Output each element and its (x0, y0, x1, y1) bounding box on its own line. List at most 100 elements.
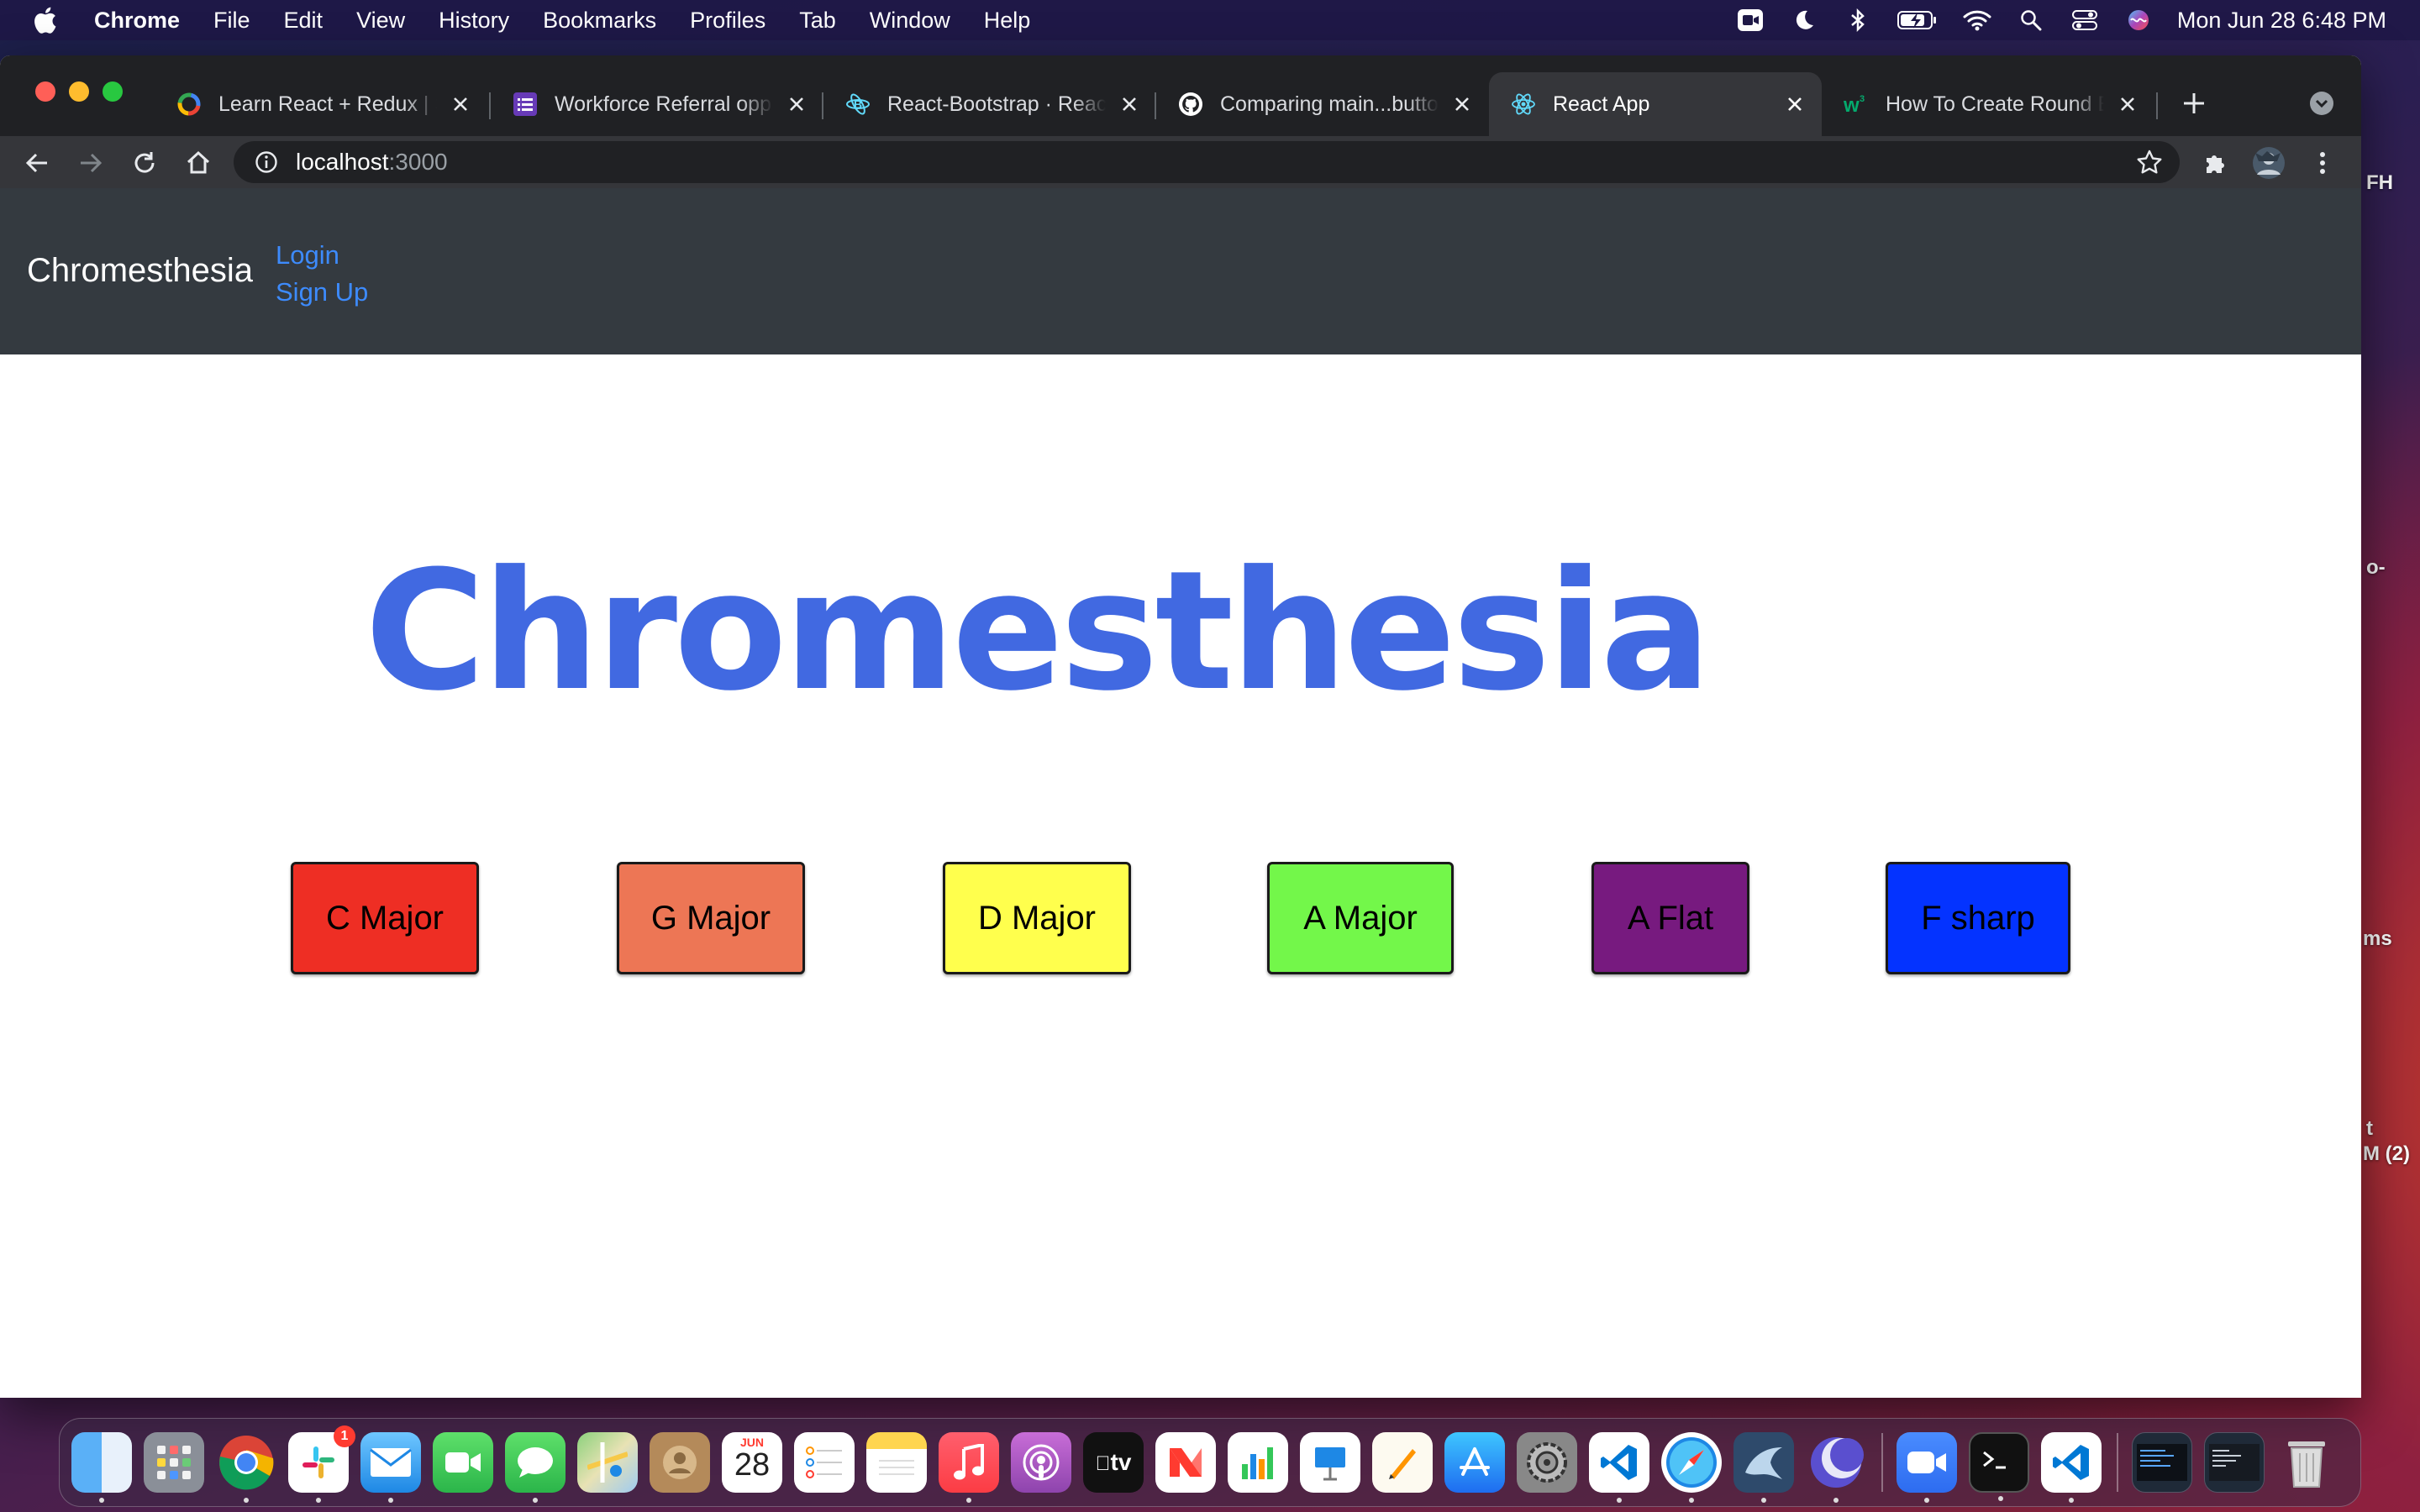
tab-learn-react[interactable]: Learn React + Redux | S (155, 72, 487, 136)
a-flat-button[interactable]: A Flat (1591, 862, 1749, 974)
macos-dock: 1 JUN 28 tv (59, 1418, 2361, 1507)
profile-avatar[interactable] (2250, 144, 2287, 181)
contacts-icon[interactable] (650, 1432, 710, 1493)
a-major-button[interactable]: A Major (1267, 862, 1454, 974)
battery-icon[interactable] (1897, 8, 1939, 33)
tab-close-icon[interactable] (2116, 92, 2139, 116)
numbers-icon[interactable] (1228, 1432, 1288, 1493)
d-major-button[interactable]: D Major (943, 862, 1131, 974)
podcasts-icon[interactable] (1011, 1432, 1071, 1493)
spotlight-search-icon[interactable] (2016, 8, 2046, 33)
messages-icon[interactable] (505, 1432, 566, 1503)
zoom-status-icon[interactable] (1735, 8, 1765, 33)
menu-history[interactable]: History (439, 8, 509, 34)
c-major-button[interactable]: C Major (291, 862, 479, 974)
tab-title: React App (1553, 92, 1650, 116)
tab-how-to-round-buttons[interactable]: w3 How To Create Round B (1822, 72, 2154, 136)
terminal-icon[interactable] (1969, 1432, 2029, 1501)
launchpad-icon[interactable] (144, 1432, 204, 1493)
menu-profiles[interactable]: Profiles (690, 8, 765, 34)
back-arrow-icon[interactable] (18, 144, 55, 181)
menu-view[interactable]: View (356, 8, 405, 34)
tab-react-bootstrap[interactable]: B React-Bootstrap · React (823, 72, 1156, 136)
tab-react-app[interactable]: React App (1489, 72, 1822, 136)
keynote-icon[interactable] (1300, 1432, 1360, 1493)
window-close-button[interactable] (35, 81, 55, 102)
site-navbar: Chromesthesia Login Sign Up (0, 188, 2361, 354)
news-icon[interactable] (1155, 1432, 1216, 1493)
wifi-icon[interactable] (1962, 8, 1992, 33)
minimized-window-thumbnail[interactable] (2132, 1432, 2192, 1493)
vscode-icon[interactable] (1589, 1432, 1649, 1503)
trash-icon[interactable] (2276, 1432, 2337, 1493)
notes-icon[interactable] (866, 1432, 927, 1493)
tab-github-compare[interactable]: Comparing main...butto (1156, 72, 1489, 136)
reload-icon[interactable] (126, 144, 163, 181)
tab-close-icon[interactable] (785, 92, 808, 116)
g-major-button[interactable]: G Major (617, 862, 805, 974)
eclipse-icon[interactable] (1806, 1432, 1866, 1503)
safari-icon[interactable] (1661, 1432, 1722, 1503)
calendar-icon[interactable]: JUN 28 (722, 1432, 782, 1493)
menu-help[interactable]: Help (984, 8, 1031, 34)
chrome-icon[interactable] (216, 1432, 276, 1503)
finder-icon[interactable] (71, 1432, 132, 1503)
pages-icon[interactable] (1372, 1432, 1433, 1493)
address-bar[interactable]: localhost:3000 (234, 141, 2180, 183)
apple-menu-icon[interactable] (32, 0, 69, 40)
signup-link[interactable]: Sign Up (276, 277, 368, 307)
menu-window[interactable]: Window (870, 8, 950, 34)
maps-icon[interactable] (577, 1432, 638, 1493)
reminders-icon[interactable] (794, 1432, 855, 1493)
tab-workforce-referral[interactable]: Workforce Referral opp (491, 72, 823, 136)
extensions-puzzle-icon[interactable] (2196, 144, 2233, 181)
w3schools-icon: w3 (1844, 92, 1869, 117)
login-link[interactable]: Login (276, 240, 339, 270)
slack-icon[interactable]: 1 (288, 1425, 355, 1503)
bluetooth-icon[interactable] (1843, 8, 1873, 33)
react-icon (1511, 92, 1536, 117)
siri-icon[interactable] (2123, 8, 2154, 33)
address-port: :3000 (388, 149, 448, 175)
tab-close-icon[interactable] (1450, 92, 1474, 116)
tab-close-icon[interactable] (1118, 92, 1141, 116)
tab-title: React-Bootstrap · React (887, 92, 1106, 116)
forward-arrow-icon[interactable] (72, 144, 109, 181)
zoom-icon[interactable] (1897, 1432, 1957, 1503)
window-minimize-button[interactable] (69, 81, 89, 102)
menu-bar-clock[interactable]: Mon Jun 28 6:48 PM (2177, 8, 2386, 34)
window-zoom-button[interactable] (103, 81, 123, 102)
navbar-brand[interactable]: Chromesthesia (27, 252, 253, 290)
desktop-item-label: o- (2366, 556, 2386, 579)
tab-close-icon[interactable] (1783, 92, 1807, 116)
tab-title: Learn React + Redux | S (218, 92, 437, 116)
menu-bookmarks[interactable]: Bookmarks (543, 8, 656, 34)
app-store-icon[interactable] (1444, 1432, 1505, 1493)
minimized-window-thumbnail[interactable] (2204, 1432, 2265, 1493)
apple-tv-icon[interactable]: tv (1083, 1432, 1144, 1493)
vscode-icon-2[interactable] (2041, 1432, 2102, 1503)
bookmark-star-icon[interactable] (2136, 149, 2163, 176)
chrome-menu-kebab-icon[interactable] (2304, 144, 2341, 181)
page-title: Chromesthesia (365, 536, 1712, 727)
new-tab-plus-icon[interactable] (2176, 86, 2212, 121)
home-icon[interactable] (180, 144, 217, 181)
tab-search-chevron-icon[interactable] (2304, 86, 2339, 121)
menu-file[interactable]: File (213, 8, 250, 34)
music-icon[interactable] (939, 1432, 999, 1503)
menu-app-name[interactable]: Chrome (94, 8, 180, 34)
system-preferences-icon[interactable] (1517, 1432, 1577, 1493)
browser-toolbar: localhost:3000 (0, 136, 2361, 188)
site-info-icon[interactable] (254, 150, 279, 175)
mail-icon[interactable] (360, 1432, 421, 1503)
mysql-workbench-icon[interactable] (1733, 1432, 1794, 1503)
facetime-icon[interactable] (433, 1432, 493, 1493)
f-sharp-button[interactable]: F sharp (1886, 862, 2070, 974)
desktop-item-label: M (2) (2363, 1142, 2410, 1165)
menu-tab[interactable]: Tab (799, 8, 836, 34)
moon-icon[interactable] (1789, 8, 1819, 33)
control-center-icon[interactable] (2070, 8, 2100, 33)
tab-close-icon[interactable] (449, 92, 472, 116)
menu-edit[interactable]: Edit (284, 8, 324, 34)
calendar-day: 28 (734, 1447, 771, 1483)
